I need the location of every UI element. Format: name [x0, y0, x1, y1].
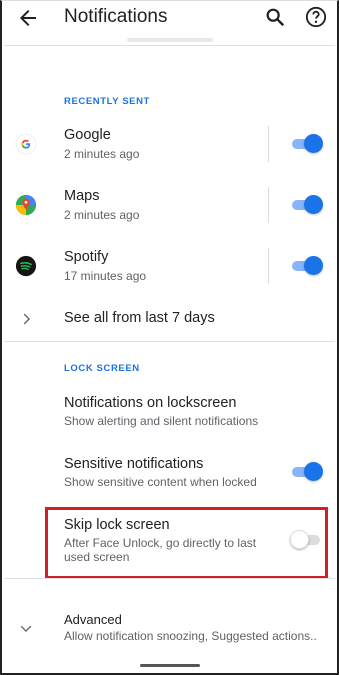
google-toggle[interactable]: [290, 134, 324, 154]
back-arrow-icon[interactable]: [16, 6, 40, 30]
spotify-icon: [15, 255, 37, 277]
google-icon: [15, 133, 37, 155]
help-icon[interactable]: [305, 6, 327, 28]
divider: [4, 45, 335, 46]
item-title: Notifications on lockscreen: [64, 395, 237, 411]
chevron-down-icon: [20, 625, 32, 632]
chevron-right-icon: [23, 313, 30, 325]
item-title: Sensitive notifications: [64, 456, 204, 472]
maps-toggle[interactable]: [290, 195, 324, 215]
item-title: Advanced: [64, 612, 122, 627]
scroll-handle: [127, 38, 213, 42]
app-time: 2 minutes ago: [64, 147, 140, 161]
gesture-nav-bar[interactable]: [140, 664, 200, 667]
highlight-box: [45, 507, 328, 579]
sensitive-notifications-toggle[interactable]: [290, 462, 324, 482]
section-header-recently-sent: RECENTLY SENT: [64, 96, 150, 107]
divider: [4, 341, 335, 342]
app-time: 17 minutes ago: [64, 269, 147, 283]
app-bar: Notifications: [0, 0, 339, 40]
app-time: 2 minutes ago: [64, 208, 140, 222]
app-name: Google: [64, 127, 111, 143]
page-title: Notifications: [64, 6, 168, 27]
divider: [4, 578, 335, 579]
row-divider: [268, 248, 269, 284]
search-icon[interactable]: [264, 6, 286, 28]
row-divider: [268, 126, 269, 162]
app-name: Maps: [64, 188, 100, 204]
see-all-label: See all from last 7 days: [64, 310, 215, 326]
item-subtitle: Show alerting and silent notifications: [64, 414, 259, 428]
item-subtitle: Show sensitive content when locked: [64, 475, 257, 489]
maps-icon: [15, 194, 37, 216]
item-subtitle: Allow notification snoozing, Suggested a…: [64, 629, 317, 643]
row-divider: [268, 187, 269, 223]
spotify-toggle[interactable]: [290, 256, 324, 276]
app-name: Spotify: [64, 249, 109, 265]
section-header-lock-screen: LOCK SCREEN: [64, 363, 140, 374]
